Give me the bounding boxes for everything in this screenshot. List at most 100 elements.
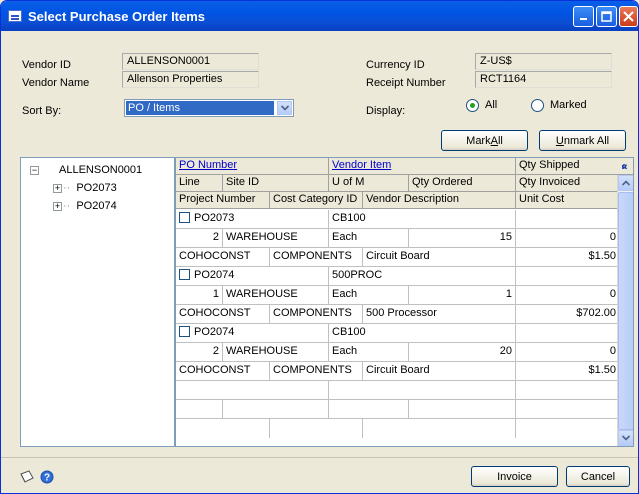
vertical-scrollbar[interactable] <box>617 175 633 446</box>
items-grid[interactable]: PO Number Vendor Item Qty Shipped Line S… <box>175 157 634 447</box>
unit-cost-cell[interactable]: $1.50 <box>516 248 619 266</box>
column-header-site-id[interactable]: Site ID <box>223 175 329 191</box>
column-header-po-number[interactable]: PO Number <box>176 158 329 174</box>
mark-checkbox[interactable] <box>179 269 190 280</box>
cost-category-cell[interactable]: COMPONENTS <box>270 305 363 323</box>
qty-shipped-cell[interactable] <box>516 267 619 285</box>
vendor-item-cell[interactable]: 500PROC <box>329 267 516 285</box>
site-id-cell[interactable]: WAREHOUSE <box>223 343 329 361</box>
table-row[interactable]: COHOCONST COMPONENTS 500 Processor $702.… <box>176 305 619 324</box>
chevron-down-icon[interactable] <box>277 101 292 115</box>
display-marked-radio[interactable] <box>531 99 544 112</box>
tree-item[interactable]: + ·· PO2073 <box>53 182 117 194</box>
scroll-up-icon[interactable] <box>618 175 633 191</box>
uom-cell[interactable]: Each <box>329 286 409 304</box>
display-all-radio[interactable] <box>466 99 479 112</box>
empty-cell[interactable] <box>516 419 619 438</box>
column-header-qty-ordered[interactable]: Qty Ordered <box>409 175 516 191</box>
vendor-item-cell[interactable]: CB100 <box>329 324 516 342</box>
table-row[interactable] <box>176 381 619 400</box>
line-cell[interactable]: 2 <box>176 229 223 247</box>
empty-cell[interactable] <box>223 400 329 418</box>
table-row[interactable]: PO2074 CB100 <box>176 324 619 343</box>
site-id-cell[interactable]: WAREHOUSE <box>223 229 329 247</box>
qty-shipped-cell[interactable] <box>516 324 619 342</box>
expand-icon[interactable]: + <box>53 183 62 193</box>
table-row[interactable]: 2 WAREHOUSE Each 15 0 <box>176 229 619 248</box>
maximize-button[interactable] <box>596 6 617 27</box>
empty-cell[interactable] <box>329 381 516 399</box>
note-icon[interactable] <box>19 470 35 487</box>
table-row[interactable]: 1 WAREHOUSE Each 1 0 <box>176 286 619 305</box>
qty-invoiced-cell[interactable]: 0 <box>516 286 619 304</box>
mark-checkbox[interactable] <box>179 212 190 223</box>
empty-cell[interactable] <box>516 381 619 399</box>
column-header-project-number[interactable]: Project Number <box>176 192 270 208</box>
scroll-down-icon[interactable] <box>618 430 633 446</box>
column-header-line[interactable]: Line <box>176 175 223 191</box>
collapse-icon[interactable]: − <box>30 165 39 175</box>
po-number-cell[interactable]: PO2074 <box>176 267 329 285</box>
column-header-vendor-item[interactable]: Vendor Item <box>329 158 516 174</box>
empty-cell[interactable] <box>409 400 516 418</box>
column-header-unit-cost[interactable]: Unit Cost <box>516 192 619 208</box>
cost-category-cell[interactable]: COMPONENTS <box>270 248 363 266</box>
project-number-cell[interactable]: COHOCONST <box>176 248 270 266</box>
qty-ordered-cell[interactable]: 1 <box>409 286 516 304</box>
qty-shipped-cell[interactable] <box>516 210 619 228</box>
po-number-cell[interactable]: PO2074 <box>176 324 329 342</box>
expand-icon[interactable]: + <box>53 201 62 211</box>
empty-cell[interactable] <box>270 419 363 438</box>
mark-all-button[interactable]: Mark All <box>441 130 528 151</box>
uom-cell[interactable]: Each <box>329 229 409 247</box>
minimize-button[interactable] <box>573 6 594 27</box>
table-row[interactable] <box>176 419 619 438</box>
column-header-qty-invoiced[interactable]: Qty Invoiced <box>516 175 619 191</box>
column-header-cost-category[interactable]: Cost Category ID <box>270 192 363 208</box>
site-id-cell[interactable]: WAREHOUSE <box>223 286 329 304</box>
qty-ordered-cell[interactable]: 20 <box>409 343 516 361</box>
collapse-rows-icon[interactable]: « <box>618 160 631 173</box>
empty-cell[interactable] <box>176 381 329 399</box>
tree-item[interactable]: + ·· PO2074 <box>53 200 117 212</box>
table-row[interactable]: PO2074 500PROC <box>176 267 619 286</box>
column-header-vendor-description[interactable]: Vendor Description <box>363 192 516 208</box>
column-header-uom[interactable]: U of M <box>329 175 409 191</box>
table-row[interactable]: COHOCONST COMPONENTS Circuit Board $1.50 <box>176 248 619 267</box>
title-bar[interactable]: Select Purchase Order Items <box>1 1 638 31</box>
mark-checkbox[interactable] <box>179 326 190 337</box>
line-cell[interactable]: 2 <box>176 343 223 361</box>
unit-cost-cell[interactable]: $702.00 <box>516 305 619 323</box>
unmark-all-button[interactable]: Unmark All <box>539 130 626 151</box>
table-row[interactable]: COHOCONST COMPONENTS Circuit Board $1.50 <box>176 362 619 381</box>
help-icon[interactable]: ? <box>40 470 54 487</box>
column-header-qty-shipped[interactable]: Qty Shipped <box>516 158 633 174</box>
cost-category-cell[interactable]: COMPONENTS <box>270 362 363 380</box>
vendor-description-cell[interactable]: 500 Processor <box>363 305 516 323</box>
qty-invoiced-cell[interactable]: 0 <box>516 343 619 361</box>
scrollbar-thumb[interactable] <box>618 192 633 430</box>
vendor-description-cell[interactable]: Circuit Board <box>363 362 516 380</box>
project-number-cell[interactable]: COHOCONST <box>176 362 270 380</box>
invoice-button[interactable]: Invoice <box>471 466 558 487</box>
project-number-cell[interactable]: COHOCONST <box>176 305 270 323</box>
po-number-cell[interactable]: PO2073 <box>176 210 329 228</box>
table-row[interactable] <box>176 400 619 419</box>
empty-cell[interactable] <box>363 419 516 438</box>
vendor-item-cell[interactable]: CB100 <box>329 210 516 228</box>
qty-invoiced-cell[interactable]: 0 <box>516 229 619 247</box>
table-row[interactable]: PO2073 CB100 <box>176 210 619 229</box>
empty-cell[interactable] <box>176 400 223 418</box>
sort-by-select[interactable]: PO / Items <box>124 99 294 117</box>
unit-cost-cell[interactable]: $1.50 <box>516 362 619 380</box>
empty-cell[interactable] <box>176 419 270 438</box>
tree-root[interactable]: − ALLENSON0001 <box>30 164 142 176</box>
qty-ordered-cell[interactable]: 15 <box>409 229 516 247</box>
empty-cell[interactable] <box>329 400 409 418</box>
uom-cell[interactable]: Each <box>329 343 409 361</box>
vendor-description-cell[interactable]: Circuit Board <box>363 248 516 266</box>
close-button[interactable] <box>619 6 638 27</box>
po-tree[interactable]: − ALLENSON0001 + ·· PO2073 + ·· PO2074 <box>20 157 175 447</box>
empty-cell[interactable] <box>516 400 619 418</box>
cancel-button[interactable]: Cancel <box>566 466 630 487</box>
